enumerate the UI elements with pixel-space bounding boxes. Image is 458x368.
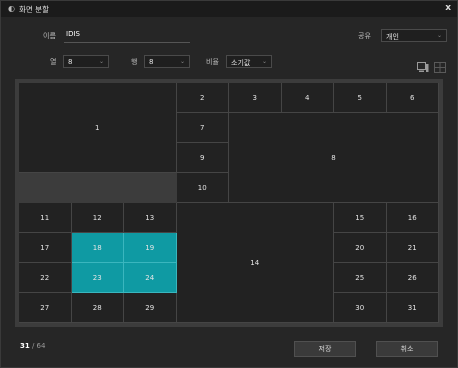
split-cell-22[interactable]: 22: [19, 263, 72, 293]
channel-count-total: / 64: [29, 342, 46, 350]
split-cell-17[interactable]: 17: [19, 233, 72, 263]
row-select-value: 8: [68, 58, 73, 66]
chevron-down-icon: ⌄: [436, 32, 442, 39]
cancel-button[interactable]: 취소: [376, 341, 438, 357]
channel-count: 31 / 64: [20, 342, 45, 350]
col-label: 행: [131, 58, 138, 66]
ratio-select-value: 소기값: [231, 59, 251, 67]
save-button[interactable]: 저장: [294, 341, 356, 357]
chevron-down-icon: ⌄: [98, 58, 104, 65]
split-cell-31[interactable]: 31: [386, 293, 439, 323]
split-cell-16[interactable]: 16: [386, 203, 439, 233]
name-label: 이름: [43, 32, 56, 40]
split-layout-area: 1 2 3 4 5 6 7 8 9 10 11 12 13 14 15 16 17 18 19 20 21 22 23 24 2…: [15, 79, 443, 327]
channel-count-used: 31: [20, 342, 30, 350]
split-grid: 1 2 3 4 5 6 7 8 9 10 11 12 13 14 15 16 17 18 19 20 21 22 23 24 2…: [19, 83, 439, 323]
split-cell-1[interactable]: 1: [19, 83, 177, 173]
split-cell-11[interactable]: 11: [19, 203, 72, 233]
split-cell-6[interactable]: 6: [386, 83, 439, 113]
split-cell-14[interactable]: 14: [176, 203, 334, 323]
split-cell-25[interactable]: 25: [334, 263, 387, 293]
split-cell-19[interactable]: 19: [124, 233, 177, 263]
split-screen-dialog: ◐ 화면 분할 x 이름 IDIS 공유 개인 ⌄ 열 8 ⌄ 행 8 ⌄ 비율…: [0, 0, 458, 368]
split-cell-5[interactable]: 5: [334, 83, 387, 113]
name-field[interactable]: IDIS: [64, 30, 190, 43]
ratio-label: 비율: [206, 58, 219, 66]
row-label: 열: [50, 58, 57, 66]
share-select-value: 개인: [386, 33, 399, 41]
split-cell-12[interactable]: 12: [71, 203, 124, 233]
dialog-title: 화면 분할: [19, 5, 49, 14]
col-select-value: 8: [149, 58, 154, 66]
split-cell-30[interactable]: 30: [334, 293, 387, 323]
split-cell-13[interactable]: 13: [124, 203, 177, 233]
split-cell-23[interactable]: 23: [71, 263, 124, 293]
col-select[interactable]: 8 ⌄: [144, 55, 190, 68]
share-select[interactable]: 개인 ⌄: [381, 29, 447, 42]
chevron-down-icon: ⌄: [179, 58, 185, 65]
share-label: 공유: [358, 32, 371, 40]
split-cell-9[interactable]: 9: [176, 143, 229, 173]
split-cell-20[interactable]: 20: [334, 233, 387, 263]
title-bar: ◐ 화면 분할 x: [1, 1, 457, 17]
split-cell-24[interactable]: 24: [124, 263, 177, 293]
split-cell-26[interactable]: 26: [386, 263, 439, 293]
close-icon[interactable]: x: [445, 3, 451, 13]
split-cell-28[interactable]: 28: [71, 293, 124, 323]
split-cell-18[interactable]: 18: [71, 233, 124, 263]
chevron-down-icon: ⌄: [261, 58, 267, 65]
split-cell-29[interactable]: 29: [124, 293, 177, 323]
row-select[interactable]: 8 ⌄: [63, 55, 109, 68]
split-cell-4[interactable]: 4: [281, 83, 334, 113]
split-cell-8[interactable]: 8: [229, 113, 439, 203]
split-cell-7[interactable]: 7: [176, 113, 229, 143]
split-cell-15[interactable]: 15: [334, 203, 387, 233]
ratio-select[interactable]: 소기값 ⌄: [226, 55, 272, 68]
split-cell-21[interactable]: 21: [386, 233, 439, 263]
split-cell-2[interactable]: 2: [176, 83, 229, 113]
split-cell-27[interactable]: 27: [19, 293, 72, 323]
app-icon: ◐: [8, 4, 15, 13]
split-cell-3[interactable]: 3: [229, 83, 282, 113]
split-cell-10[interactable]: 10: [176, 173, 229, 203]
layout-grid-icon[interactable]: [434, 58, 446, 73]
layout-monitor-icon[interactable]: [417, 58, 429, 72]
